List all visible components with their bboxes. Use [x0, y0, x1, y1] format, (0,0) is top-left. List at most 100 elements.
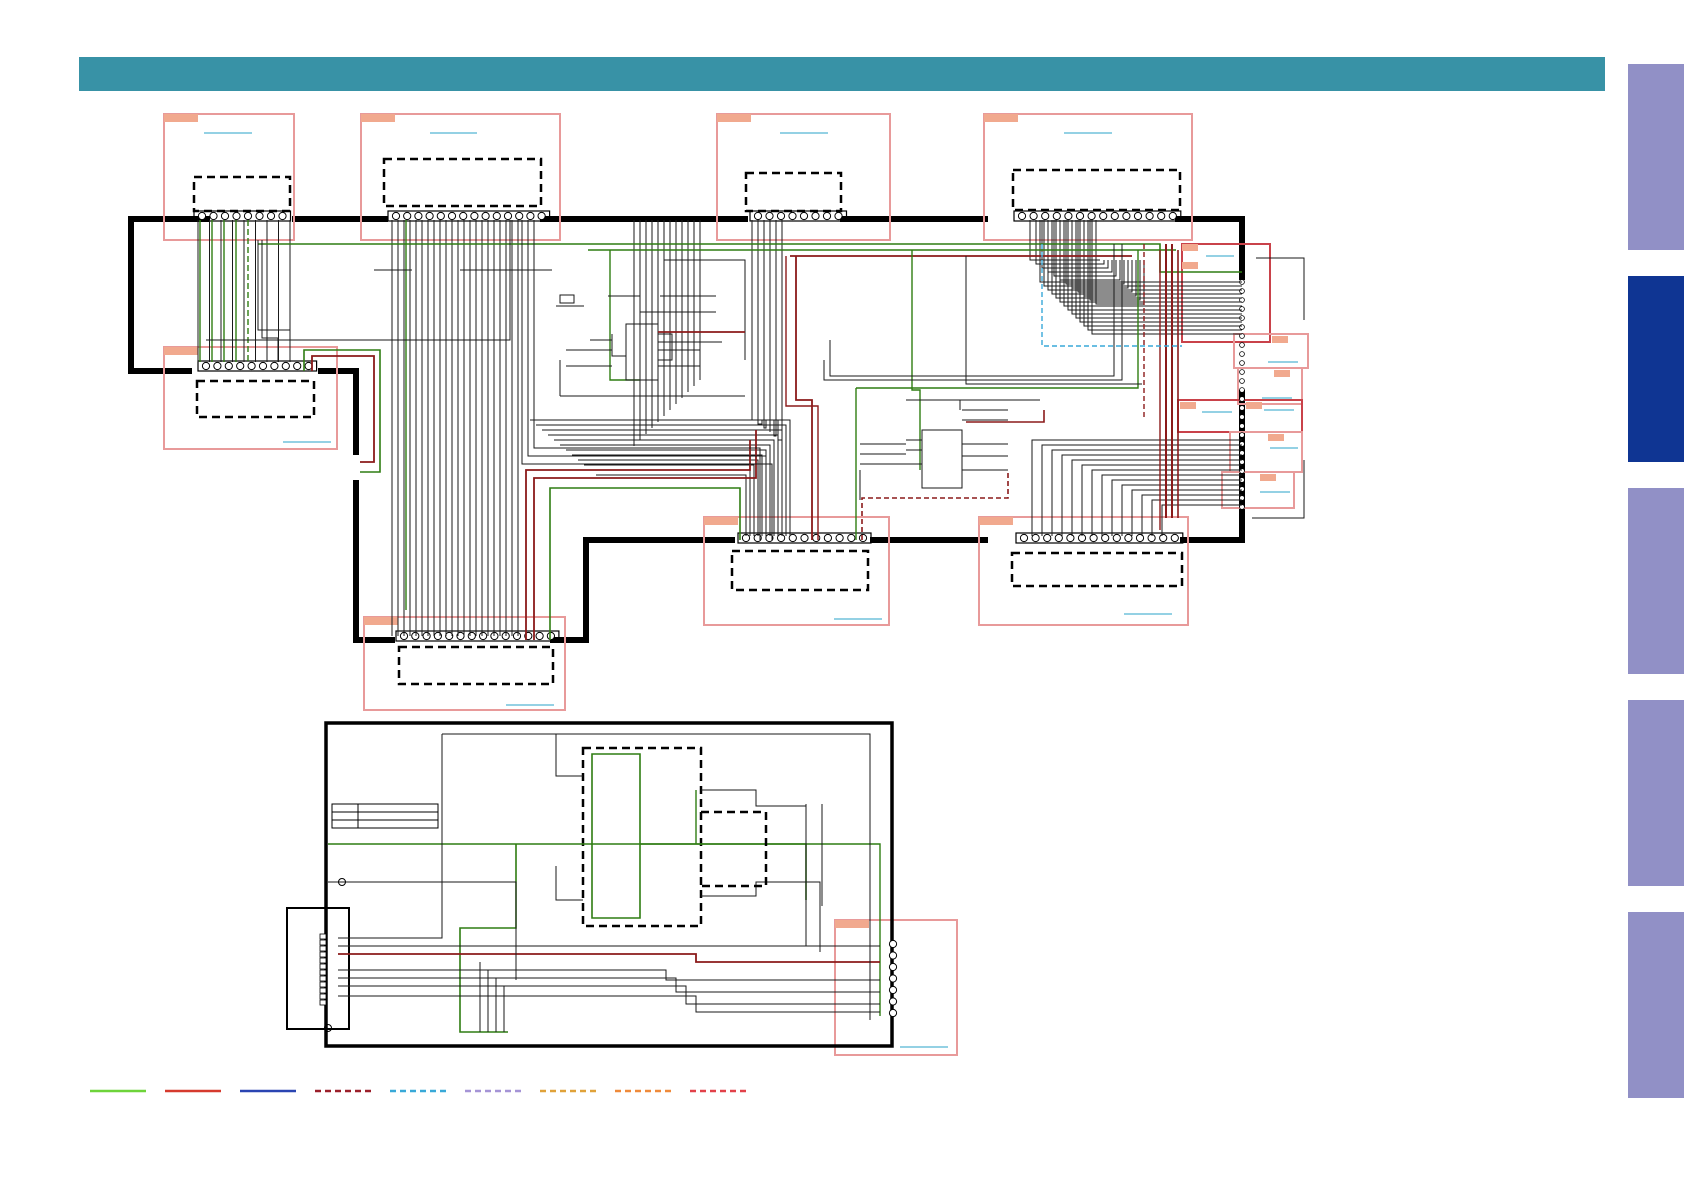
conn-a-pin[interactable] [266, 211, 276, 221]
side-pin[interactable] [1239, 369, 1245, 375]
conn-h-pin[interactable] [1054, 533, 1063, 543]
conn-b-pin[interactable] [526, 211, 535, 221]
side-pin[interactable] [1239, 414, 1245, 420]
conn-d-pin[interactable] [1110, 211, 1119, 221]
power-input-pin[interactable] [319, 969, 327, 976]
side-pin[interactable] [1239, 306, 1245, 312]
side-pin[interactable] [1239, 378, 1245, 384]
conn-d-pin[interactable] [1157, 211, 1166, 221]
conn-f-pin[interactable] [467, 631, 476, 641]
conn-a-pin[interactable] [220, 211, 230, 221]
conn-b-pin[interactable] [459, 211, 468, 221]
conn-f-pin[interactable] [479, 631, 488, 641]
conn-d-pin[interactable] [1168, 211, 1177, 221]
conn-b-pin[interactable] [391, 211, 401, 221]
side-pin[interactable] [1239, 396, 1245, 402]
side-pin[interactable] [1239, 342, 1245, 348]
conn-e-pin[interactable] [201, 361, 211, 371]
power-input-pin[interactable] [319, 987, 327, 994]
conn-f-pin[interactable] [422, 631, 431, 641]
conn-d-pin[interactable] [1087, 211, 1096, 221]
conn-g-pin[interactable] [858, 533, 868, 543]
side-pin[interactable] [1239, 441, 1245, 447]
conn-h-pin[interactable] [1089, 533, 1098, 543]
power-input-pin[interactable] [319, 933, 327, 940]
conn-h-pin[interactable] [1019, 533, 1029, 543]
conn-e-pin[interactable] [258, 361, 268, 371]
conn-a-pin[interactable] [209, 211, 218, 221]
conn-b-pin[interactable] [481, 211, 490, 221]
side-pin[interactable] [1239, 288, 1245, 294]
conn-b-pin[interactable] [503, 211, 513, 221]
conn-b-pin[interactable] [515, 211, 524, 221]
conn-d-pin[interactable] [1029, 211, 1038, 221]
conn-c-pin[interactable] [788, 211, 797, 221]
conn-h-pin[interactable] [1135, 533, 1145, 543]
conn-g-pin[interactable] [800, 533, 809, 543]
power-input-pin[interactable] [319, 999, 327, 1006]
conn-b-pin[interactable] [436, 211, 445, 221]
side-pin[interactable] [1239, 405, 1245, 411]
conn-c-pin[interactable] [811, 211, 820, 221]
conn-c-pin[interactable] [753, 211, 763, 221]
conn-h-pin[interactable] [1043, 533, 1052, 543]
conn-d-pin[interactable] [1017, 211, 1027, 221]
conn-d-pin[interactable] [1122, 211, 1131, 221]
side-pin[interactable] [1239, 423, 1245, 429]
power-output-pin[interactable] [888, 997, 898, 1006]
power-output-pin[interactable] [888, 974, 898, 983]
power-input-pin[interactable] [319, 945, 327, 952]
power-output-pin[interactable] [888, 939, 898, 949]
conn-b-pin[interactable] [447, 211, 457, 221]
conn-f-pin[interactable] [411, 631, 420, 641]
conn-b-pin[interactable] [403, 211, 412, 221]
conn-e-pin[interactable] [224, 361, 233, 371]
power-output-pin[interactable] [888, 951, 898, 960]
conn-c-pin[interactable] [799, 211, 809, 221]
power-input-pin[interactable] [319, 963, 327, 970]
conn-e-pin[interactable] [213, 361, 222, 371]
conn-e-pin[interactable] [270, 361, 279, 371]
side-pin[interactable] [1239, 360, 1245, 366]
conn-d-pin[interactable] [1145, 211, 1154, 221]
side-pin[interactable] [1239, 351, 1245, 357]
conn-h-pin[interactable] [1066, 533, 1075, 543]
conn-a-pin[interactable] [255, 211, 264, 221]
power-input-pin[interactable] [319, 981, 327, 988]
conn-h-pin[interactable] [1159, 533, 1168, 543]
power-output-pin[interactable] [888, 962, 898, 972]
conn-d-pin[interactable] [1052, 211, 1061, 221]
conn-e-pin[interactable] [236, 361, 245, 371]
side-pin[interactable] [1239, 387, 1245, 393]
power-input-pin[interactable] [319, 939, 327, 946]
conn-f-pin[interactable] [535, 631, 544, 641]
conn-g-pin[interactable] [777, 533, 786, 543]
conn-g-pin[interactable] [812, 533, 821, 543]
conn-e-pin[interactable] [247, 361, 256, 371]
conn-g-pin[interactable] [823, 533, 833, 543]
conn-a-pin[interactable] [232, 211, 241, 221]
power-input-pin[interactable] [319, 951, 327, 958]
conn-e-pin[interactable] [293, 361, 302, 371]
side-pin[interactable] [1239, 324, 1245, 330]
conn-d-pin[interactable] [1041, 211, 1050, 221]
conn-b-pin[interactable] [537, 211, 546, 221]
conn-g-pin[interactable] [835, 533, 844, 543]
conn-h-pin[interactable] [1101, 533, 1110, 543]
conn-h-pin[interactable] [1124, 533, 1133, 543]
side-pin[interactable] [1239, 432, 1245, 438]
conn-d-pin[interactable] [1075, 211, 1085, 221]
conn-d-pin[interactable] [1133, 211, 1143, 221]
conn-a-pin[interactable] [243, 211, 253, 221]
conn-a-pin[interactable] [278, 211, 287, 221]
conn-e-pin[interactable] [281, 361, 290, 371]
conn-f-pin[interactable] [512, 631, 522, 641]
power-input-pin[interactable] [319, 993, 327, 1000]
conn-g-pin[interactable] [847, 533, 856, 543]
conn-a-pin[interactable] [197, 211, 207, 221]
power-output-pin[interactable] [888, 1008, 898, 1018]
conn-h-pin[interactable] [1031, 533, 1040, 543]
conn-c-pin[interactable] [765, 211, 774, 221]
conn-h-pin[interactable] [1170, 533, 1179, 543]
power-output-pin[interactable] [888, 985, 898, 995]
